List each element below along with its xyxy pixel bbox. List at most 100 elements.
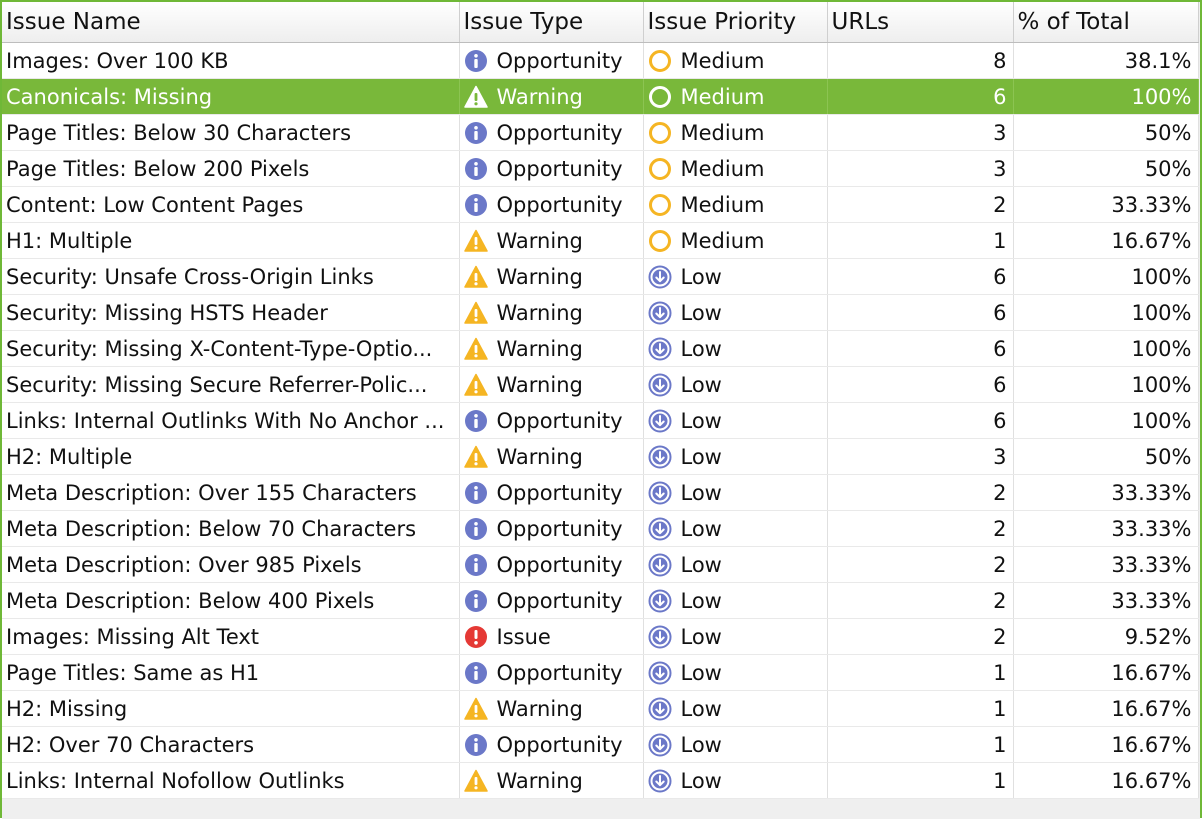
issue-name-cell[interactable]: Links: Internal Outlinks With No Anchor … [2, 402, 460, 439]
issue-type-cell[interactable]: Warning [459, 690, 644, 727]
issue-type-cell[interactable]: Opportunity [459, 402, 644, 439]
issue-name-cell[interactable]: Content: Low Content Pages [2, 186, 460, 223]
table-row[interactable]: Security: Missing Secure Referrer-Polic.… [2, 366, 1199, 403]
urls-cell[interactable]: 2 [827, 546, 1014, 583]
issue-name-cell[interactable]: Page Titles: Same as H1 [2, 654, 460, 691]
issue-type-cell[interactable]: Warning [459, 258, 644, 295]
urls-cell[interactable]: 3 [827, 114, 1014, 151]
issue-type-cell[interactable]: Warning [459, 438, 644, 475]
issue-priority-cell[interactable]: Low [643, 690, 828, 727]
issue-name-cell[interactable]: H2: Multiple [2, 438, 460, 475]
pct-total-cell[interactable]: 100% [1013, 402, 1199, 439]
table-row[interactable]: Meta Description: Over 985 Pixels Opportu… [2, 546, 1199, 583]
issue-name-cell[interactable]: Meta Description: Over 155 Characters [2, 474, 460, 511]
issue-priority-cell[interactable]: Low [643, 294, 828, 331]
issue-type-cell[interactable]: Opportunity [459, 186, 644, 223]
pct-total-cell[interactable]: 9.52% [1013, 618, 1199, 655]
issue-type-cell[interactable]: Opportunity [459, 474, 644, 511]
issue-type-cell[interactable]: Opportunity [459, 654, 644, 691]
issue-name-cell[interactable]: Images: Missing Alt Text [2, 618, 460, 655]
issue-type-cell[interactable]: Issue [459, 618, 644, 655]
issue-name-cell[interactable]: Security: Missing X-Content-Type-Optio..… [2, 330, 460, 367]
urls-cell[interactable]: 1 [827, 690, 1014, 727]
issue-priority-cell[interactable]: Medium [643, 186, 828, 223]
issue-priority-cell[interactable]: Medium [643, 222, 828, 259]
issue-priority-cell[interactable]: Low [643, 546, 828, 583]
pct-total-cell[interactable]: 38.1% [1013, 42, 1199, 79]
table-row[interactable]: Content: Low Content Pages Opportunity Med… [2, 186, 1199, 223]
issue-name-cell[interactable]: H1: Multiple [2, 222, 460, 259]
table-row[interactable]: Links: Internal Outlinks With No Anchor … [2, 402, 1199, 439]
table-row[interactable]: Meta Description: Over 155 Characters Opp… [2, 474, 1199, 511]
urls-cell[interactable]: 2 [827, 618, 1014, 655]
issue-name-cell[interactable]: Meta Description: Over 985 Pixels [2, 546, 460, 583]
urls-cell[interactable]: 2 [827, 474, 1014, 511]
issue-priority-cell[interactable]: Low [643, 258, 828, 295]
table-row[interactable]: Images: Over 100 KB Opportunity Medium 8 38.… [2, 42, 1199, 79]
urls-cell[interactable]: 3 [827, 438, 1014, 475]
issue-type-cell[interactable]: Opportunity [459, 42, 644, 79]
issue-type-cell[interactable]: Warning [459, 78, 644, 115]
issue-type-cell[interactable]: Warning [459, 762, 644, 799]
urls-cell[interactable]: 6 [827, 366, 1014, 403]
pct-total-cell[interactable]: 16.67% [1013, 654, 1199, 691]
issue-priority-cell[interactable]: Low [643, 438, 828, 475]
pct-total-cell[interactable]: 100% [1013, 294, 1199, 331]
issue-priority-cell[interactable]: Medium [643, 114, 828, 151]
issue-name-cell[interactable]: Links: Internal Nofollow Outlinks [2, 762, 460, 799]
issue-type-cell[interactable]: Warning [459, 330, 644, 367]
urls-cell[interactable]: 1 [827, 654, 1014, 691]
issue-priority-cell[interactable]: Low [643, 402, 828, 439]
issue-type-cell[interactable]: Opportunity [459, 510, 644, 547]
issue-name-cell[interactable]: Page Titles: Below 30 Characters [2, 114, 460, 151]
pct-total-cell[interactable]: 16.67% [1013, 222, 1199, 259]
table-row[interactable]: Page Titles: Below 30 Characters Opportun… [2, 114, 1199, 151]
pct-total-cell[interactable]: 33.33% [1013, 510, 1199, 547]
issue-type-cell[interactable]: Opportunity [459, 726, 644, 763]
table-row[interactable]: Page Titles: Below 200 Pixels Opportunity… [2, 150, 1199, 187]
pct-total-cell[interactable]: 16.67% [1013, 762, 1199, 799]
issue-priority-cell[interactable]: Low [643, 618, 828, 655]
issue-priority-cell[interactable]: Low [643, 654, 828, 691]
issue-name-cell[interactable]: H2: Over 70 Characters [2, 726, 460, 763]
issue-type-cell[interactable]: Opportunity [459, 114, 644, 151]
issue-type-cell[interactable]: Warning [459, 222, 644, 259]
pct-total-cell[interactable]: 50% [1013, 114, 1199, 151]
pct-total-cell[interactable]: 33.33% [1013, 582, 1199, 619]
pct-total-cell[interactable]: 100% [1013, 366, 1199, 403]
issue-priority-cell[interactable]: Medium [643, 42, 828, 79]
issue-type-cell[interactable]: Opportunity [459, 546, 644, 583]
pct-total-cell[interactable]: 100% [1013, 78, 1199, 115]
urls-cell[interactable]: 6 [827, 294, 1014, 331]
issue-type-cell[interactable]: Warning [459, 366, 644, 403]
pct-total-cell[interactable]: 16.67% [1013, 690, 1199, 727]
issue-type-cell[interactable]: Opportunity [459, 582, 644, 619]
urls-cell[interactable]: 1 [827, 762, 1014, 799]
table-row[interactable]: H1: Multiple Warning Medium 1 16.67% [2, 222, 1199, 259]
issue-priority-cell[interactable]: Low [643, 726, 828, 763]
pct-total-cell[interactable]: 100% [1013, 258, 1199, 295]
column-header-pct-total[interactable]: % of Total [1013, 2, 1199, 43]
pct-total-cell[interactable]: 50% [1013, 438, 1199, 475]
issue-priority-cell[interactable]: Low [643, 582, 828, 619]
pct-total-cell[interactable]: 33.33% [1013, 186, 1199, 223]
urls-cell[interactable]: 6 [827, 258, 1014, 295]
issue-name-cell[interactable]: Meta Description: Below 400 Pixels [2, 582, 460, 619]
table-row[interactable]: H2: Over 70 Characters Opportunity Low 1 16.… [2, 726, 1199, 763]
column-header-issue-priority[interactable]: Issue Priority [643, 2, 828, 43]
issue-priority-cell[interactable]: Low [643, 330, 828, 367]
urls-cell[interactable]: 8 [827, 42, 1014, 79]
urls-cell[interactable]: 6 [827, 402, 1014, 439]
table-row[interactable]: Images: Missing Alt Text Issue Low 2 9.52% [2, 618, 1199, 655]
issue-priority-cell[interactable]: Low [643, 366, 828, 403]
issue-priority-cell[interactable]: Medium [643, 78, 828, 115]
issue-priority-cell[interactable]: Medium [643, 150, 828, 187]
pct-total-cell[interactable]: 33.33% [1013, 546, 1199, 583]
table-row[interactable]: Page Titles: Same as H1 Opportunity Low 1 16… [2, 654, 1199, 691]
urls-cell[interactable]: 1 [827, 222, 1014, 259]
issue-type-cell[interactable]: Opportunity [459, 150, 644, 187]
pct-total-cell[interactable]: 33.33% [1013, 474, 1199, 511]
pct-total-cell[interactable]: 16.67% [1013, 726, 1199, 763]
table-row[interactable]: Meta Description: Below 70 Characters Opp… [2, 510, 1199, 547]
table-row[interactable]: H2: Multiple Warning Low 3 50% [2, 438, 1199, 475]
